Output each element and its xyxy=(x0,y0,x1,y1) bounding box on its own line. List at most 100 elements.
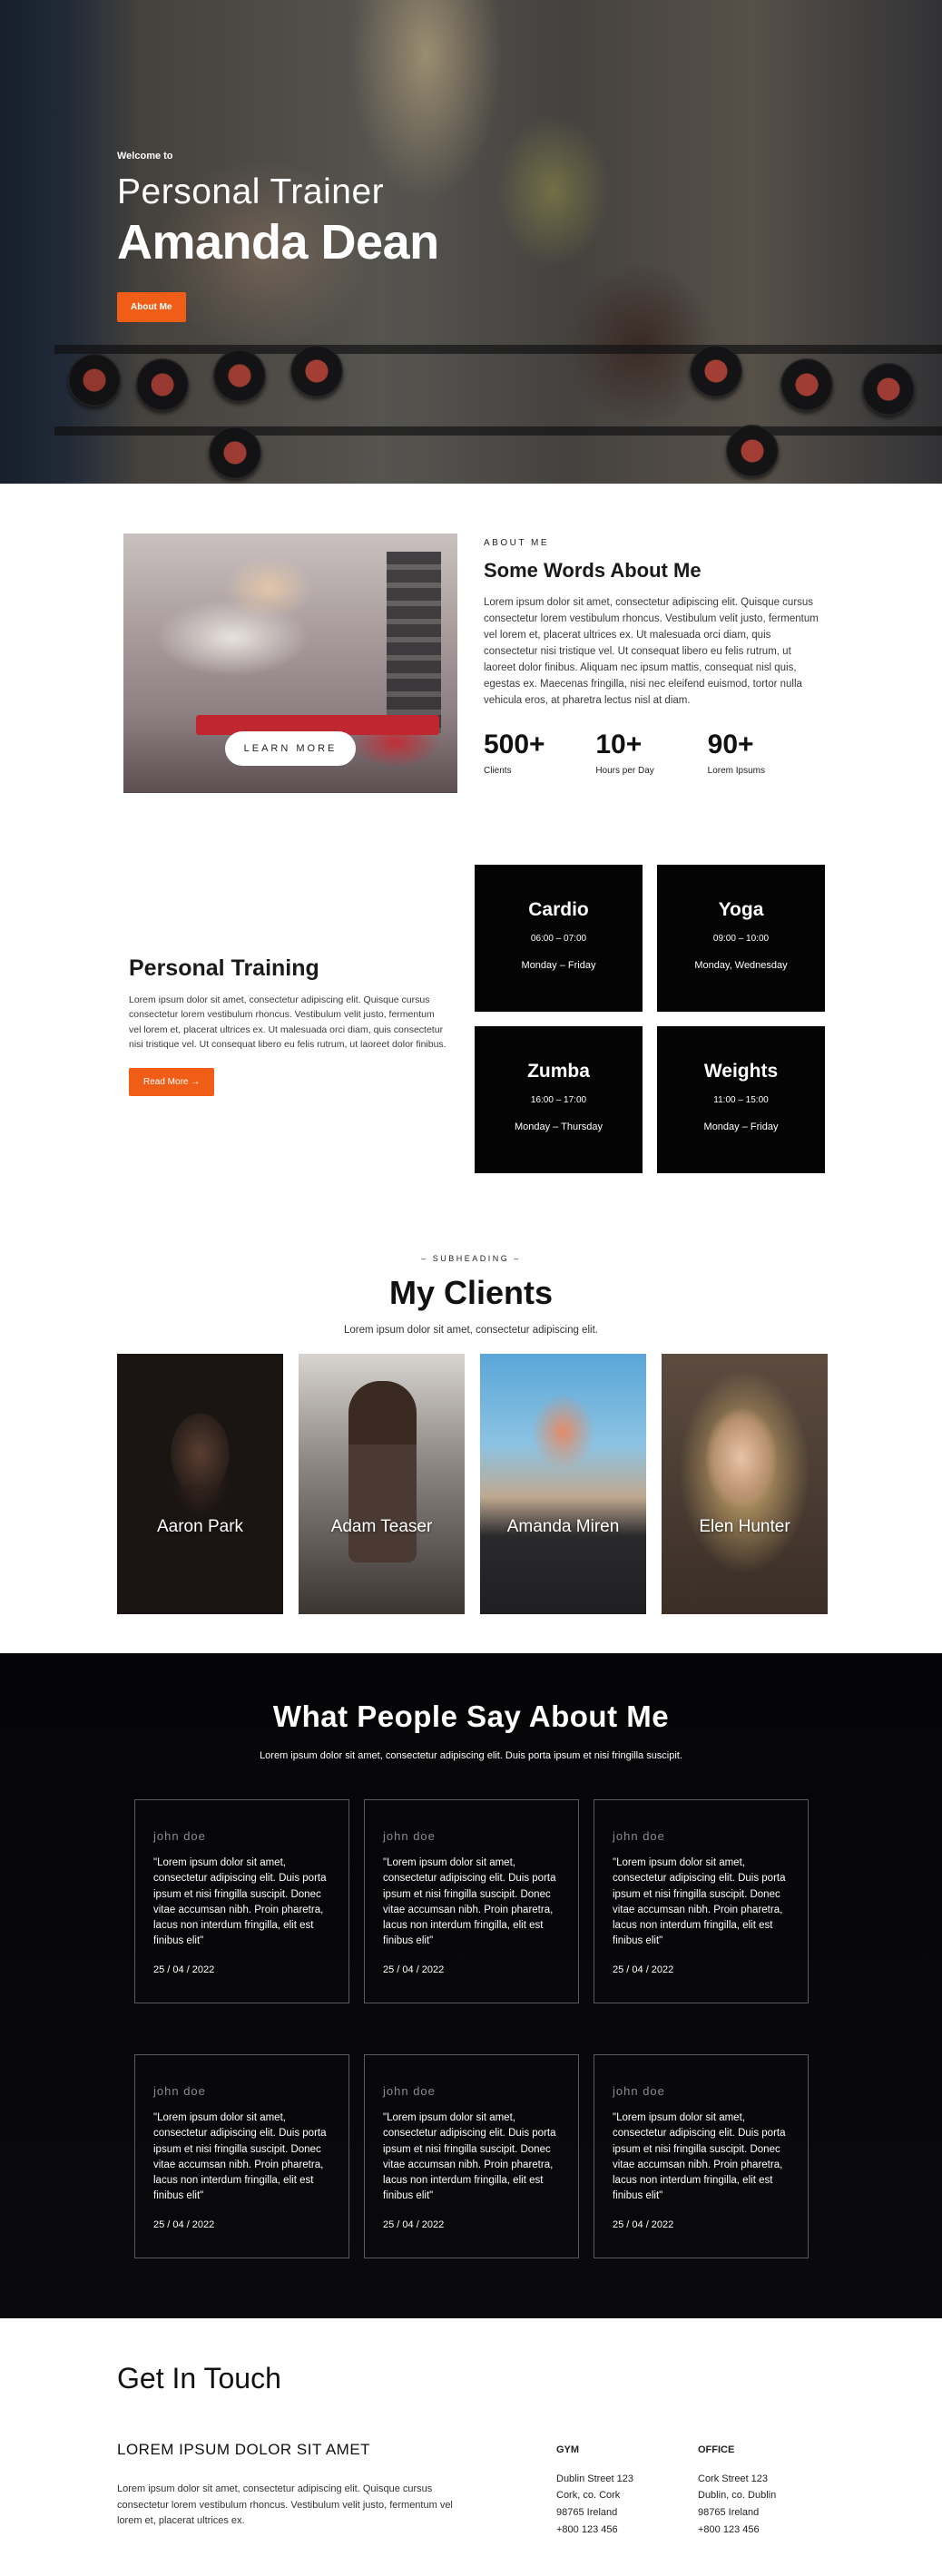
about-title: Some Words About Me xyxy=(484,559,702,582)
testimonials-desc: Lorem ipsum dolor sit amet, consectetur … xyxy=(260,1750,682,1761)
testimonial-author: john doe xyxy=(613,1829,665,1843)
about-me-button[interactable]: About Me xyxy=(117,292,186,322)
class-card-weights[interactable]: Weights 11:00 – 15:00 Monday – Friday xyxy=(657,1026,825,1173)
testimonial-date: 25 / 04 / 2022 xyxy=(613,1964,674,1975)
class-card-cardio[interactable]: Cardio 06:00 – 07:00 Monday – Friday xyxy=(475,865,643,1012)
stat-label: Lorem Ipsums xyxy=(707,765,766,776)
about-eyebrow: ABOUT ME xyxy=(484,538,550,548)
hero-welcome: Welcome to xyxy=(117,151,173,162)
contact-title: Get In Touch xyxy=(117,2362,281,2395)
phone-link[interactable]: +800 123 456 xyxy=(698,2522,776,2539)
stat-label: Clients xyxy=(484,765,512,776)
stat-value: 90+ xyxy=(707,729,754,759)
stat-clients: 500+ Clients xyxy=(484,730,595,776)
class-days: Monday – Thursday xyxy=(514,1121,603,1132)
testimonial-date: 25 / 04 / 2022 xyxy=(383,2218,445,2230)
class-title: Yoga xyxy=(718,899,764,920)
testimonial-card: john doe "Lorem ipsum dolor sit amet, co… xyxy=(594,1799,809,2003)
client-card[interactable]: Amanda Miren xyxy=(480,1354,646,1614)
address-line: 98765 Ireland xyxy=(556,2507,618,2519)
address-line: Cork Street 123 xyxy=(698,2473,769,2484)
about-text: ABOUT ME Some Words About Me Lorem ipsum… xyxy=(484,538,819,776)
class-time: 06:00 – 07:00 xyxy=(530,934,587,944)
hero-name: Amanda Dean xyxy=(117,215,439,269)
gym-address-heading: GYM xyxy=(556,2444,580,2455)
stat-value: 10+ xyxy=(595,729,643,759)
clients-desc: Lorem ipsum dolor sit amet, consectetur … xyxy=(344,1325,598,1336)
class-card-zumba[interactable]: Zumba 16:00 – 17:00 Monday – Thursday xyxy=(475,1026,643,1173)
testimonial-author: john doe xyxy=(383,2084,436,2098)
client-name: Aaron Park xyxy=(156,1517,244,1536)
testimonial-quote: "Lorem ipsum dolor sit amet, consectetur… xyxy=(613,2112,786,2202)
clients-row: Aaron Park Adam Teaser Amanda Miren Elen… xyxy=(117,1354,828,1614)
class-days: Monday, Wednesday xyxy=(694,960,788,971)
address-line: 98765 Ireland xyxy=(698,2507,760,2519)
about-photo: LEARN MORE xyxy=(123,534,457,793)
gym-address: GYM Dublin Street 123 Cork, co. Cork 987… xyxy=(556,2442,633,2538)
testimonial-author: john doe xyxy=(383,1829,436,1843)
testimonial-author: john doe xyxy=(153,1829,206,1843)
hero-section: Welcome to Personal Trainer Amanda Dean … xyxy=(0,0,942,484)
contact-section: Get In Touch LOREM IPSUM DOLOR SIT AMET … xyxy=(0,2318,942,2576)
testimonial-author: john doe xyxy=(613,2084,665,2098)
class-time: 09:00 – 10:00 xyxy=(712,934,770,944)
office-address-heading: OFFICE xyxy=(698,2444,735,2455)
about-section: LEARN MORE ABOUT ME Some Words About Me … xyxy=(0,484,942,842)
learn-more-button[interactable]: LEARN MORE xyxy=(225,731,356,766)
phone-link[interactable]: +800 123 456 xyxy=(556,2522,633,2539)
clients-section: – SUBHEADING – My Clients Lorem ipsum do… xyxy=(0,1213,942,1653)
testimonial-card: john doe "Lorem ipsum dolor sit amet, co… xyxy=(134,1799,349,2003)
hero-text: Welcome to Personal Trainer Amanda Dean … xyxy=(117,151,439,322)
office-address: OFFICE Cork Street 123 Dublin, co. Dubli… xyxy=(698,2442,776,2538)
testimonial-author: john doe xyxy=(153,2084,206,2098)
contact-body: Lorem ipsum dolor sit amet, consectetur … xyxy=(117,2483,453,2527)
client-card[interactable]: Adam Teaser xyxy=(299,1354,465,1614)
client-card[interactable]: Aaron Park xyxy=(117,1354,283,1614)
client-name: Adam Teaser xyxy=(330,1517,433,1536)
hero-role: Personal Trainer xyxy=(117,172,385,211)
class-days: Monday – Friday xyxy=(521,960,596,971)
testimonial-date: 25 / 04 / 2022 xyxy=(613,2218,674,2230)
photo-dumbbell-rack xyxy=(387,552,441,733)
class-title: Weights xyxy=(703,1061,779,1082)
about-body: Lorem ipsum dolor sit amet, consectetur … xyxy=(484,597,819,706)
stat-label: Hours per Day xyxy=(595,765,654,776)
testimonial-quote: "Lorem ipsum dolor sit amet, consectetur… xyxy=(383,1857,556,1947)
testimonial-quote: "Lorem ipsum dolor sit amet, consectetur… xyxy=(153,1857,327,1947)
address-line: Cork, co. Cork xyxy=(556,2490,621,2502)
class-time: 16:00 – 17:00 xyxy=(530,1095,587,1105)
training-body: Lorem ipsum dolor sit amet, consectetur … xyxy=(129,994,446,1050)
testimonial-date: 25 / 04 / 2022 xyxy=(153,1964,215,1975)
testimonials-section: What People Say About Me Lorem ipsum dol… xyxy=(0,1653,942,2318)
class-days: Monday – Friday xyxy=(703,1121,779,1132)
read-more-button[interactable]: Read More → xyxy=(129,1068,215,1097)
address-line: Dublin, co. Dublin xyxy=(698,2490,777,2502)
class-cards: Cardio 06:00 – 07:00 Monday – Friday Yog… xyxy=(475,865,825,1173)
testimonial-date: 25 / 04 / 2022 xyxy=(383,1964,445,1975)
testimonials-grid: john doe "Lorem ipsum dolor sit amet, co… xyxy=(134,1799,809,2258)
class-time: 11:00 – 15:00 xyxy=(713,1095,769,1105)
testimonial-quote: "Lorem ipsum dolor sit amet, consectetur… xyxy=(613,1857,786,1947)
class-title: Cardio xyxy=(528,899,589,920)
testimonial-card: john doe "Lorem ipsum dolor sit amet, co… xyxy=(594,2054,809,2258)
class-card-yoga[interactable]: Yoga 09:00 – 10:00 Monday, Wednesday xyxy=(657,865,825,1012)
client-name: Elen Hunter xyxy=(699,1517,790,1536)
testimonials-title: What People Say About Me xyxy=(272,1699,670,1733)
training-section: Personal Training Lorem ipsum dolor sit … xyxy=(0,842,942,1213)
class-title: Zumba xyxy=(527,1061,590,1082)
stat-ipsums: 90+ Lorem Ipsums xyxy=(708,730,819,776)
stat-value: 500+ xyxy=(484,729,545,759)
client-card[interactable]: Elen Hunter xyxy=(662,1354,828,1614)
testimonial-quote: "Lorem ipsum dolor sit amet, consectetur… xyxy=(153,2112,327,2202)
clients-title: My Clients xyxy=(388,1274,554,1311)
testimonial-card: john doe "Lorem ipsum dolor sit amet, co… xyxy=(364,1799,579,2003)
stats-row: 500+ Clients 10+ Hours per Day 90+ Lorem… xyxy=(484,730,819,776)
stat-hours: 10+ Hours per Day xyxy=(595,730,707,776)
training-text: Personal Training Lorem ipsum dolor sit … xyxy=(129,955,448,1097)
address-line: Dublin Street 123 xyxy=(556,2473,633,2484)
training-title: Personal Training xyxy=(129,955,319,981)
testimonial-card: john doe "Lorem ipsum dolor sit amet, co… xyxy=(134,2054,349,2258)
testimonial-card: john doe "Lorem ipsum dolor sit amet, co… xyxy=(364,2054,579,2258)
contact-heading: LOREM IPSUM DOLOR SIT AMET xyxy=(117,2441,371,2458)
client-name: Amanda Miren xyxy=(506,1517,620,1536)
